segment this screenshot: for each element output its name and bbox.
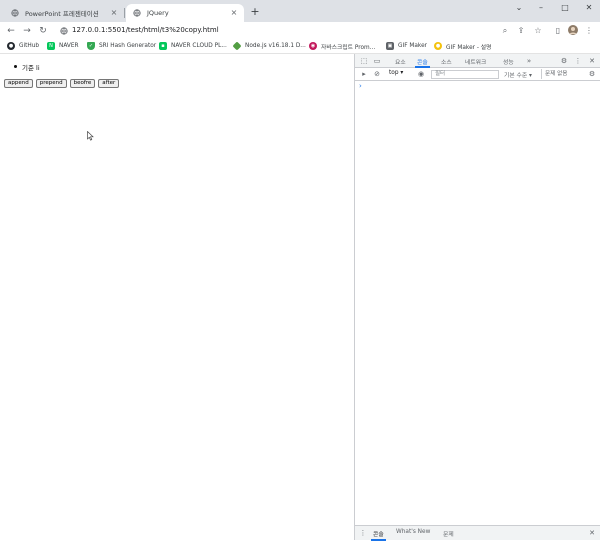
console-prompt[interactable]: ›: [359, 82, 362, 90]
levels-label: 기본 수준: [504, 73, 528, 79]
profile-avatar[interactable]: [567, 25, 579, 37]
naver-icon: N: [47, 42, 55, 50]
button-row: append prepend beofre after: [4, 79, 120, 88]
bookmark-github[interactable]: ● GitHub: [7, 41, 39, 51]
bookmark-label: GitHub: [19, 43, 40, 49]
devtools-drawer: ⋮ 콘솔 What's New 문제 ✕: [355, 525, 600, 541]
bookmark-label: NAVER CLOUD PL...: [171, 43, 227, 49]
bookmark-star-icon[interactable]: ☆: [532, 25, 544, 37]
tab-jquery[interactable]: JQuery ×: [126, 4, 244, 22]
close-window-button[interactable]: ✕: [578, 0, 600, 16]
gif-maker-icon: ●: [434, 42, 442, 50]
tab-network[interactable]: 네트워크: [465, 57, 486, 66]
browser-toolbar: ← → ↻ 127.0.0.1:5501/test/html/t3%20copy…: [0, 22, 600, 40]
devtools-tab-bar: ⬚ ▭ 요소 콘솔 소스 네트워크 성능 » ⚙ ⋮ ✕: [355, 54, 600, 68]
settings-gear-icon[interactable]: ⚙: [560, 57, 568, 65]
menu-kebab-icon[interactable]: ⋮: [583, 25, 595, 37]
bookmark-label: GIF Maker - 설명: [446, 44, 492, 51]
drawer-tab-console[interactable]: 콘솔: [371, 529, 386, 541]
tab-performance[interactable]: 성능: [503, 57, 514, 66]
share-icon[interactable]: ⇪: [515, 25, 527, 37]
bookmark-label: NAVER: [59, 43, 79, 49]
nodejs-icon: [232, 41, 242, 51]
tab-strip: PowerPoint 프레젠테이션 × JQuery × + ⌄ – □ ✕: [0, 0, 600, 22]
bookmark-gif-maker[interactable]: ▣ GIF Maker: [386, 41, 427, 51]
back-button[interactable]: ←: [4, 24, 18, 38]
tab-separator: [124, 8, 125, 18]
side-panel-icon[interactable]: ▯: [552, 25, 564, 37]
tab-search-icon[interactable]: ⌄: [508, 0, 530, 16]
mouse-cursor-icon: [87, 131, 94, 141]
sidebar-toggle-icon[interactable]: ▸: [360, 70, 368, 78]
close-tab-icon[interactable]: ×: [230, 9, 238, 17]
log-levels-dropdown[interactable]: 기본 수준 ▾: [504, 70, 532, 79]
bookmark-label: 자바스크립트 Prom...: [321, 44, 376, 51]
customize-menu-icon[interactable]: ⋮: [574, 57, 582, 65]
reload-button[interactable]: ↻: [36, 24, 50, 38]
device-toolbar-icon[interactable]: ▭: [373, 57, 381, 65]
bookmark-label: Node.js v16.18.1 D...: [245, 43, 306, 49]
more-tabs-icon[interactable]: »: [525, 57, 533, 65]
tab-powerpoint[interactable]: PowerPoint 프레젠테이션 ×: [4, 4, 125, 22]
bookmarks-bar: ● GitHub N NAVER ✓ SRI Hash Generator ▪ …: [0, 40, 600, 52]
context-selector[interactable]: top ▾: [389, 70, 403, 76]
close-tab-icon[interactable]: ×: [110, 9, 118, 17]
console-filter-input[interactable]: 필터: [431, 70, 499, 79]
address-bar[interactable]: 127.0.0.1:5501/test/html/t3%20copy.html: [56, 24, 524, 39]
drawer-tab-whats-new[interactable]: What's New: [396, 529, 430, 535]
new-tab-button[interactable]: +: [249, 6, 261, 18]
bookmark-gif-maker-desc[interactable]: ● GIF Maker - 설명: [434, 41, 491, 51]
bookmark-naver-cloud[interactable]: ▪ NAVER CLOUD PL...: [159, 41, 227, 51]
console-toolbar: ▸ ⊘ top ▾ ◉ 필터 기본 수준 ▾ 문제 없음 ⚙: [355, 68, 600, 81]
bookmark-naver[interactable]: N NAVER: [47, 41, 79, 51]
clear-console-icon[interactable]: ⊘: [373, 70, 381, 78]
github-icon: ●: [7, 42, 15, 50]
tab-elements[interactable]: 요소: [395, 57, 406, 66]
globe-icon: [11, 9, 19, 17]
list-item: 기준 li: [14, 62, 40, 72]
live-expression-eye-icon[interactable]: ◉: [417, 70, 425, 78]
context-label: top: [389, 70, 399, 76]
gif-maker-icon: ▣: [386, 42, 394, 50]
maximize-button[interactable]: □: [554, 0, 576, 16]
tab-sources[interactable]: 소스: [441, 57, 452, 66]
drawer-tab-issues[interactable]: 문제: [443, 529, 454, 538]
page-viewport: 기준 li append prepend beofre after: [0, 54, 354, 540]
tab-console[interactable]: 콘솔: [415, 57, 430, 68]
tab-title: PowerPoint 프레젠테이션: [25, 10, 99, 18]
bookmark-javascript-promise[interactable]: ◉ 자바스크립트 Prom...: [309, 41, 375, 51]
bookmark-nodejs[interactable]: Node.js v16.18.1 D...: [232, 41, 306, 51]
shield-icon: ✓: [87, 42, 95, 50]
naver-cloud-icon: ▪: [159, 42, 167, 50]
before-button[interactable]: beofre: [69, 79, 96, 88]
prepend-button[interactable]: prepend: [35, 79, 67, 88]
close-drawer-icon[interactable]: ✕: [588, 529, 596, 537]
bookmark-label: GIF Maker: [398, 43, 428, 49]
zoom-search-icon[interactable]: ⌕: [499, 25, 511, 37]
bookmark-sri-hash[interactable]: ✓ SRI Hash Generator: [87, 41, 156, 51]
inspect-element-icon[interactable]: ⬚: [360, 57, 368, 65]
append-button[interactable]: append: [4, 79, 33, 88]
drawer-menu-icon[interactable]: ⋮: [359, 529, 367, 537]
console-settings-gear-icon[interactable]: ⚙: [588, 70, 596, 78]
info-icon: [60, 27, 68, 35]
javascript-icon: ◉: [309, 42, 317, 50]
forward-button[interactable]: →: [20, 24, 34, 38]
bookmark-label: SRI Hash Generator: [99, 43, 157, 49]
item-list: 기준 li: [14, 62, 40, 72]
issues-counter[interactable]: 문제 없음: [541, 69, 570, 79]
globe-icon: [133, 9, 141, 17]
avatar-icon: [568, 25, 578, 35]
close-devtools-icon[interactable]: ✕: [588, 57, 596, 65]
after-button[interactable]: after: [98, 79, 120, 88]
minimize-button[interactable]: –: [530, 0, 552, 16]
tab-title: JQuery: [147, 9, 169, 17]
devtools-panel: ⬚ ▭ 요소 콘솔 소스 네트워크 성능 » ⚙ ⋮ ✕ ▸ ⊘ top ▾ ◉…: [354, 54, 600, 541]
url-text: 127.0.0.1:5501/test/html/t3%20copy.html: [72, 26, 219, 34]
